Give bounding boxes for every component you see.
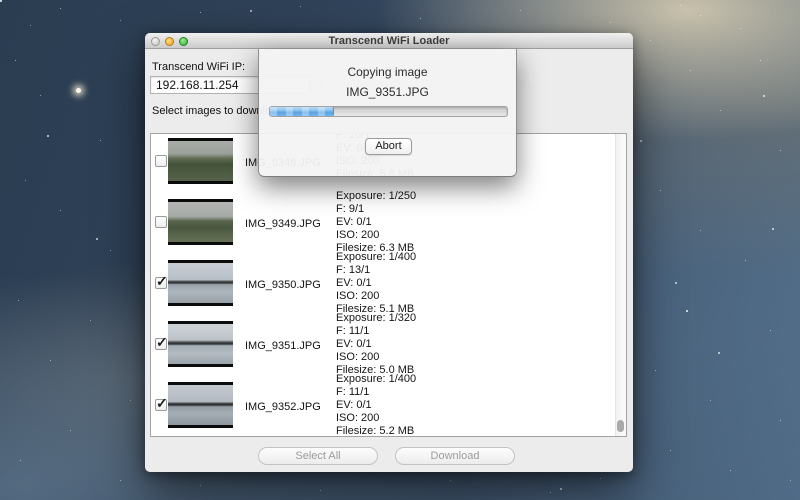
copying-dialog: Copying image IMG_9351.JPG Abort [258, 49, 517, 177]
item-exif: Exposure: 1/320F: 11/1 EV: 0/1ISO: 200 F… [336, 312, 416, 377]
list-item: ✓ IMG_9350.JPG Exposure: 1/400F: 13/1 EV… [151, 259, 626, 317]
download-button[interactable]: Download [395, 447, 515, 465]
checkmark-icon: ✓ [156, 395, 168, 412]
item-exif: Exposure: 1/400F: 11/1 EV: 0/1ISO: 200 F… [336, 373, 416, 437]
checkmark-icon: ✓ [156, 334, 168, 351]
abort-button[interactable]: Abort [365, 138, 412, 155]
item-thumbnail [168, 138, 233, 184]
ip-label: Transcend WiFi IP: [152, 61, 245, 73]
item-filename: IMG_9350.JPG [245, 279, 321, 291]
item-filename: IMG_9349.JPG [245, 218, 321, 230]
image-list: IMG_9348.JPG F: 10/1EV: 0/1 ISO: 200File… [150, 133, 627, 437]
dialog-title: Copying image [259, 65, 516, 79]
progress-bar [269, 106, 508, 117]
list-item: IMG_9349.JPG Exposure: 1/250F: 9/1 EV: 0… [151, 198, 626, 256]
item-checkbox[interactable]: ✓ [155, 338, 167, 350]
item-exif: Exposure: 1/250F: 9/1 EV: 0/1ISO: 200 Fi… [336, 190, 416, 255]
app-window: Transcend WiFi Loader Transcend WiFi IP:… [145, 33, 633, 472]
item-checkbox[interactable]: ✓ [155, 277, 167, 289]
item-checkbox[interactable] [155, 155, 167, 167]
list-item: ✓ IMG_9351.JPG Exposure: 1/320F: 11/1 EV… [151, 320, 626, 378]
scrollbar[interactable] [615, 134, 626, 436]
item-filename: IMG_9352.JPG [245, 401, 321, 413]
item-thumbnail [168, 321, 233, 367]
item-filename: IMG_9351.JPG [245, 340, 321, 352]
bright-star [76, 88, 81, 93]
select-all-button[interactable]: Select All [258, 447, 378, 465]
item-thumbnail [168, 260, 233, 306]
list-item: ✓ IMG_9352.JPG Exposure: 1/400F: 11/1 EV… [151, 381, 626, 437]
checkmark-icon: ✓ [156, 273, 168, 290]
title-bar[interactable]: Transcend WiFi Loader [145, 33, 633, 49]
item-thumbnail [168, 382, 233, 428]
window-title: Transcend WiFi Loader [145, 35, 633, 47]
item-thumbnail [168, 199, 233, 245]
stars-layer-big [0, 0, 2, 2]
dialog-filename: IMG_9351.JPG [259, 85, 516, 99]
scrollbar-thumb[interactable] [617, 420, 624, 432]
progress-fill [270, 107, 334, 116]
item-exif: Exposure: 1/400F: 13/1 EV: 0/1ISO: 200 F… [336, 251, 416, 316]
item-checkbox[interactable] [155, 216, 167, 228]
item-checkbox[interactable]: ✓ [155, 399, 167, 411]
